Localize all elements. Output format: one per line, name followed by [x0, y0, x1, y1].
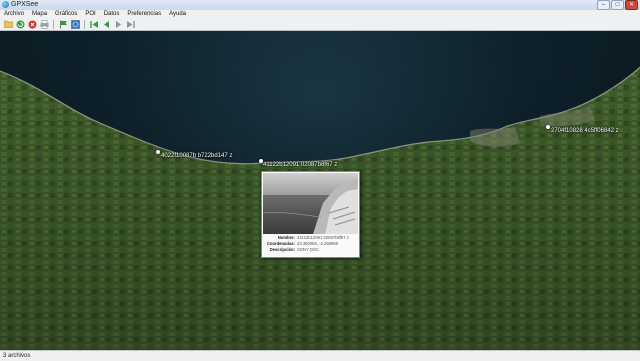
menu-archivo[interactable]: Archivo [0, 10, 28, 18]
close-file-icon[interactable] [27, 19, 37, 29]
menu-datos[interactable]: Datos [100, 10, 124, 18]
poi-pin[interactable] [546, 125, 550, 129]
window-title: GPXSee [11, 1, 39, 8]
maximize-button[interactable]: □ [611, 0, 624, 10]
menu-mapa[interactable]: Mapa [28, 10, 51, 18]
menu-poi[interactable]: POI [81, 10, 99, 18]
toolbar-separator [53, 19, 54, 29]
poi-pin[interactable] [156, 150, 160, 154]
poi-label[interactable]: 2704f10828 4c5ff06842 z [551, 128, 619, 134]
poi-label[interactable]: 41122b12091 02087b8f67 z [263, 162, 337, 168]
poi-popup: Nombre: 41122b12091 02087b8f67 z Coorden… [261, 171, 360, 258]
reload-icon[interactable] [15, 19, 25, 29]
poi-label[interactable]: 4022f10087b b722bd147 z [161, 153, 232, 159]
toolbar-separator [84, 19, 85, 29]
menu-ayuda[interactable]: Ayuda [165, 10, 190, 18]
first-icon[interactable] [89, 19, 99, 29]
info-row-description: Descripción: SONY DSC [263, 247, 358, 253]
last-icon[interactable] [125, 19, 135, 29]
open-file-icon[interactable] [3, 19, 13, 29]
next-icon[interactable] [113, 19, 123, 29]
window-controls: – □ ✕ [597, 0, 638, 10]
info-value: SONY DSC [297, 247, 319, 252]
status-bar: 3 archivos [0, 350, 640, 361]
globe-icon[interactable] [70, 19, 80, 29]
menu-graficos[interactable]: Gráficos [51, 10, 81, 18]
app-icon [2, 1, 9, 8]
map-view[interactable]: 4022f10087b b722bd147 z 41122b12091 0208… [0, 31, 640, 350]
info-key: Descripción: [269, 247, 295, 252]
minimize-button[interactable]: – [597, 0, 610, 10]
close-button[interactable]: ✕ [625, 0, 638, 10]
poi-info: Nombre: 41122b12091 02087b8f67 z Coorden… [263, 235, 358, 253]
previous-icon[interactable] [101, 19, 111, 29]
photo-thumbnail [263, 173, 358, 234]
flag-icon[interactable] [58, 19, 68, 29]
print-icon[interactable] [39, 19, 49, 29]
menu-preferencias[interactable]: Preferencias [123, 10, 165, 18]
toolbar [0, 18, 640, 31]
